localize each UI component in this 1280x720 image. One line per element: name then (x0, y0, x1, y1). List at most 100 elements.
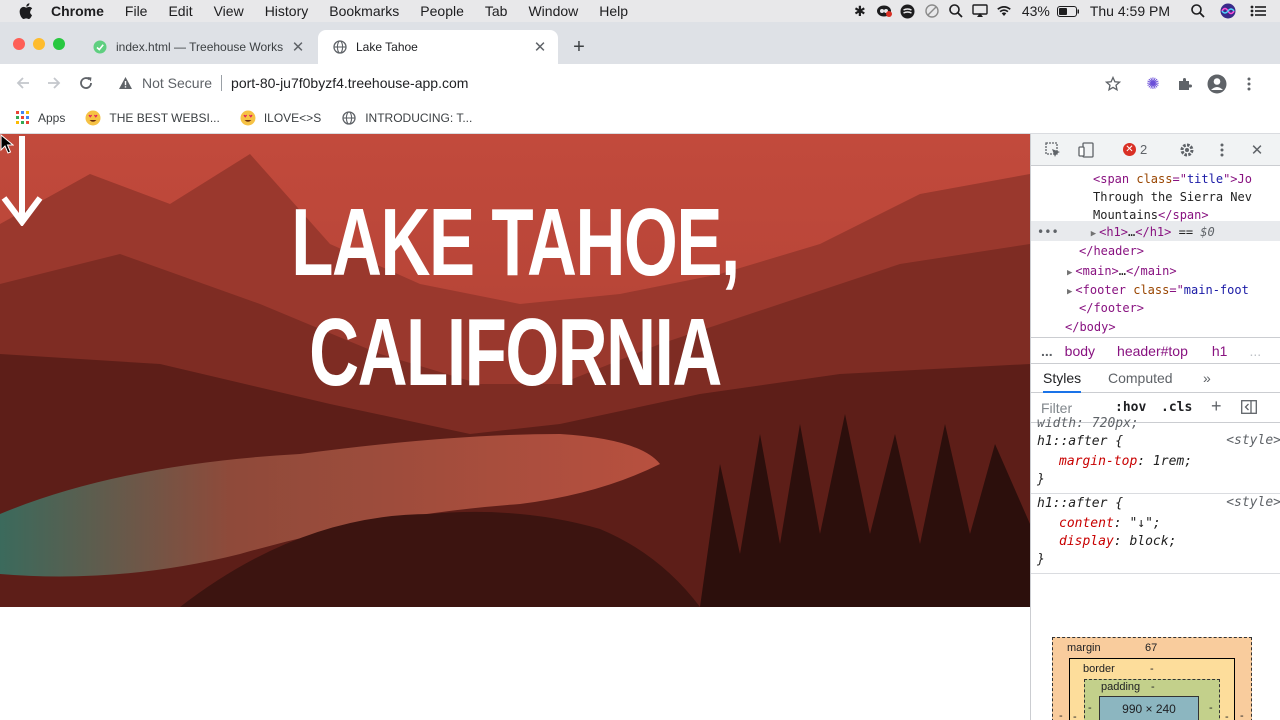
rule-declaration[interactable]: content: "↓"; (1059, 515, 1161, 533)
rule-declaration[interactable]: display: block; (1059, 533, 1176, 551)
more-tabs-chevron-icon[interactable]: » (1203, 364, 1211, 393)
window-zoom-button[interactable] (53, 38, 65, 50)
bookmark-best-websites[interactable]: THE BEST WEBSI... (85, 110, 220, 126)
tab-close-icon[interactable]: ✕ (290, 39, 306, 56)
hov-toggle[interactable]: :hov (1115, 400, 1146, 415)
settings-gear-icon[interactable] (1177, 140, 1197, 160)
border-left-value[interactable]: - (1073, 711, 1077, 720)
border-value[interactable]: - (1150, 663, 1154, 675)
warning-triangle-icon[interactable] (118, 76, 134, 90)
border-label: border (1083, 663, 1115, 675)
rule-selector[interactable]: h1::after { (1037, 495, 1123, 513)
devtools-toolbar: ✕ 2 ✕ (1031, 134, 1280, 166)
margin-right-value[interactable]: - (1240, 710, 1244, 720)
devtools-close-icon[interactable]: ✕ (1247, 140, 1267, 160)
menu-bookmarks[interactable]: Bookmarks (329, 3, 399, 19)
bookmark-apps[interactable]: Apps (14, 110, 65, 126)
rule-source-link[interactable]: <style> (1226, 495, 1280, 510)
forward-arrow-icon[interactable] (43, 72, 65, 94)
extensions-puzzle-icon[interactable] (1174, 73, 1196, 95)
spotlight-icon[interactable] (1186, 0, 1210, 22)
expand-triangle-icon[interactable]: ▶ (1067, 287, 1072, 297)
styles-filter-input[interactable]: Filter (1041, 400, 1072, 416)
back-arrow-icon[interactable] (12, 72, 34, 94)
menu-edit[interactable]: Edit (168, 3, 192, 19)
devtools-kebab-icon[interactable] (1212, 140, 1232, 160)
margin-left-value[interactable]: - (1059, 710, 1063, 720)
menubar-clock[interactable]: Thu 4:59 PM (1090, 3, 1170, 19)
menu-history[interactable]: History (265, 3, 309, 19)
tab-lake-tahoe[interactable]: Lake Tahoe ✕ (318, 30, 558, 64)
circle-app-icon[interactable] (896, 0, 920, 22)
creative-cloud-icon[interactable] (872, 0, 896, 22)
border-right-value[interactable]: - (1225, 711, 1229, 720)
tab-close-icon[interactable]: ✕ (532, 39, 548, 56)
breadcrumb-h1[interactable]: h1 (1212, 343, 1228, 359)
do-not-disturb-icon[interactable] (920, 0, 944, 22)
menu-window[interactable]: Window (528, 3, 578, 19)
rule-source-link[interactable]: <style> (1226, 433, 1280, 448)
padding-left-value[interactable]: - (1088, 702, 1092, 714)
window-close-button[interactable] (13, 38, 25, 50)
padding-right-value[interactable]: - (1209, 702, 1213, 714)
new-style-rule-plus-icon[interactable]: + (1211, 396, 1222, 417)
siri-icon[interactable] (1216, 0, 1240, 22)
rule-declaration[interactable]: margin-top: 1rem; (1059, 453, 1192, 471)
new-tab-plus-icon[interactable]: + (568, 36, 590, 58)
bookmark-star-icon[interactable] (1102, 73, 1124, 95)
rule-close-brace: } (1037, 552, 1045, 567)
dom-node-footer[interactable]: ▶ <footer class="main-foot (1067, 281, 1249, 299)
padding-value[interactable]: - (1151, 681, 1155, 693)
asterisk-app-icon[interactable]: ✱ (848, 0, 872, 22)
dom-node-h1[interactable]: ••• ▶ <h1>…</h1> == $0 (1037, 223, 1215, 241)
address-bar[interactable]: Not Secure port-80-ju7f0byzf4.treehouse-… (112, 68, 1132, 98)
toggle-sidebar-icon[interactable] (1241, 400, 1257, 417)
reload-icon[interactable] (75, 72, 97, 94)
inspect-element-icon[interactable] (1043, 140, 1063, 160)
not-secure-label[interactable]: Not Secure (142, 75, 212, 91)
profile-avatar-icon[interactable] (1206, 73, 1228, 95)
error-counter[interactable]: ✕ 2 (1123, 142, 1147, 157)
cls-toggle[interactable]: .cls (1161, 400, 1192, 415)
menu-view[interactable]: View (214, 3, 244, 19)
menu-help[interactable]: Help (599, 3, 628, 19)
bookmark-ilove[interactable]: ILOVE<>S (240, 110, 321, 126)
breadcrumb-more[interactable]: ... (1041, 343, 1053, 359)
dom-node-header-close[interactable]: </header> (1079, 242, 1144, 260)
menu-tab[interactable]: Tab (485, 3, 508, 19)
page-title: LAKE TAHOE, CALIFORNIA (291, 189, 740, 406)
expand-triangle-icon[interactable]: ▶ (1067, 268, 1072, 278)
dom-node-footer-close[interactable]: </footer> (1079, 299, 1144, 317)
tab-workspace[interactable]: index.html — Treehouse Works ✕ (78, 30, 316, 64)
heart-eyes-emoji-icon (85, 110, 101, 126)
chrome-menu-kebab-icon[interactable] (1238, 73, 1260, 95)
search-magnifier-icon[interactable] (944, 0, 968, 22)
breadcrumb-header[interactable]: header#top (1117, 343, 1188, 359)
device-toolbar-icon[interactable] (1077, 140, 1097, 160)
control-center-icon[interactable] (1246, 0, 1270, 22)
dom-node-main[interactable]: ▶ <main>…</main> (1067, 262, 1177, 280)
battery-icon[interactable] (1056, 0, 1080, 22)
window-minimize-button[interactable] (33, 38, 45, 50)
expand-triangle-icon[interactable]: ▶ (1091, 229, 1096, 239)
airplay-icon[interactable] (968, 0, 992, 22)
menu-app-name[interactable]: Chrome (51, 3, 104, 19)
wifi-icon[interactable] (992, 0, 1016, 22)
margin-value[interactable]: 67 (1145, 642, 1157, 654)
menu-file[interactable]: File (125, 3, 148, 19)
dom-node-span[interactable]: <span class="title">Jo (1093, 170, 1252, 188)
tab-styles[interactable]: Styles (1043, 364, 1082, 393)
box-model-content-size[interactable]: 990 × 240 (1099, 696, 1199, 720)
bookmark-introducing[interactable]: INTRODUCING: T... (341, 110, 472, 126)
breadcrumb-body[interactable]: body (1065, 343, 1095, 359)
node-actions-ellipsis-icon[interactable]: ••• (1037, 225, 1059, 239)
url-text[interactable]: port-80-ju7f0byzf4.treehouse-app.com (231, 75, 468, 91)
dom-node-body-close[interactable]: </body> (1065, 318, 1116, 336)
breadcrumb-overflow[interactable]: ... (1249, 343, 1261, 359)
tab-computed[interactable]: Computed (1108, 364, 1173, 393)
extension-sun-icon[interactable]: ✺ (1142, 73, 1164, 95)
bookmarks-bar: Apps THE BEST WEBSI... ILOVE<>S INTRODUC… (0, 102, 1280, 134)
rule-selector[interactable]: h1::after { (1037, 433, 1123, 451)
menu-people[interactable]: People (420, 3, 464, 19)
apple-logo-icon[interactable] (19, 3, 35, 19)
